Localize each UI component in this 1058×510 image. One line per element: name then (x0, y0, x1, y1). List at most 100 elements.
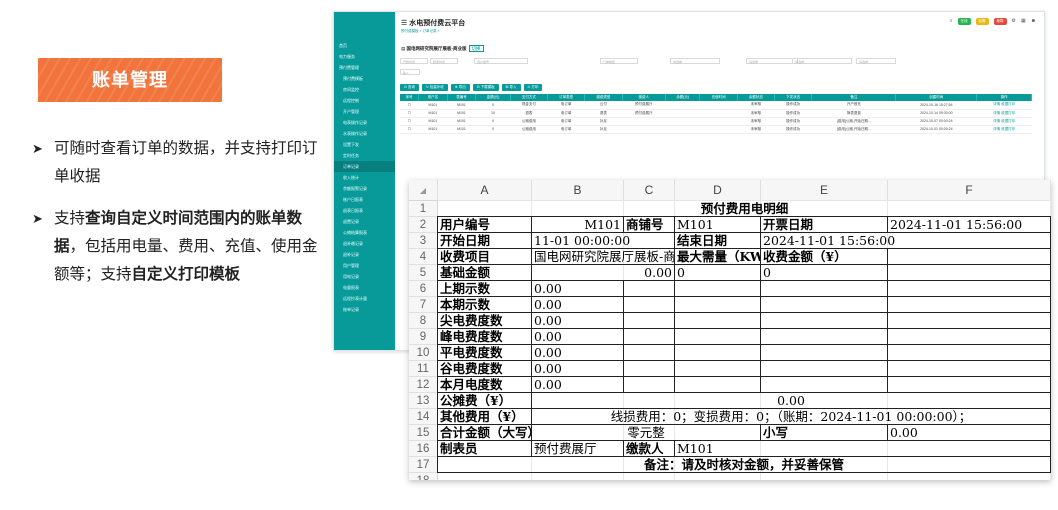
sheet-title[interactable]: 预付费用电明细 (438, 201, 1051, 217)
column-letter[interactable]: F (888, 180, 1051, 201)
sheet-note[interactable]: 备注：请及时核对金额，并妥善保管 (438, 457, 1051, 473)
row-number[interactable]: 18 (409, 473, 438, 480)
label-cell[interactable]: 本期示数 (438, 297, 532, 313)
sidebar-item[interactable]: 退补记录 (334, 249, 395, 260)
sheet-cell[interactable] (624, 377, 675, 393)
sidebar-item[interactable]: 用电记录 (334, 271, 395, 282)
sidebar-item[interactable]: 预付费管理 (334, 62, 395, 73)
sidebar-item[interactable]: 水表操作记录 (334, 128, 395, 139)
sheet-cell[interactable]: 0.00 (532, 361, 624, 377)
sidebar-item[interactable]: 开户管理 (334, 106, 395, 117)
row-number[interactable]: 11 (409, 361, 438, 377)
sheet-cell[interactable]: M101 (675, 217, 761, 233)
filter-field[interactable]: 开始时间 (400, 58, 428, 64)
label-cell[interactable]: 平电费度数 (438, 345, 532, 361)
sheet-cell[interactable] (675, 345, 761, 361)
sheet-cell[interactable] (888, 377, 1051, 393)
table-row[interactable]: ☐ M101 M101 10 退表 电订单 退表 预付费展厅 未审核 操作成功 换表退费 2024-1… (400, 109, 1032, 118)
sheet-cell[interactable] (624, 297, 675, 313)
row-number[interactable]: 3 (409, 233, 438, 249)
row-number[interactable]: 10 (409, 345, 438, 361)
row-number[interactable]: 8 (409, 313, 438, 329)
filter-field[interactable]: 输入 (400, 69, 420, 75)
sidebar-item[interactable]: 远程控制 (334, 95, 395, 106)
sheet-cell[interactable] (761, 377, 888, 393)
row-number[interactable]: 13 (409, 393, 438, 409)
label-cell[interactable]: 最大需量（KW） (675, 249, 761, 265)
sheet-cell[interactable]: 线损费用：0；变损费用：0；（账期：2024-11-01 00:00:00）； (532, 409, 1051, 425)
row-checkbox[interactable]: ☐ (400, 125, 419, 134)
label-cell[interactable]: 开票日期 (761, 217, 888, 233)
row-number[interactable]: 14 (409, 409, 438, 425)
toolbar-button[interactable]: ⊙ 打印 (523, 84, 543, 91)
row-number[interactable]: 12 (409, 377, 438, 393)
sidebar-item[interactable]: 账户日报表 (334, 194, 395, 205)
sheet-cell[interactable] (675, 297, 761, 313)
row-number[interactable]: 7 (409, 297, 438, 313)
sheet-cell[interactable] (761, 297, 888, 313)
sheet-cell[interactable]: 0.00 (532, 265, 675, 281)
row-number[interactable]: 4 (409, 249, 438, 265)
status-pill-green[interactable]: 在线 (957, 18, 971, 25)
row-number[interactable]: 9 (409, 329, 438, 345)
sheet-cell[interactable] (624, 329, 675, 345)
sheet-cell[interactable]: 0.00 (532, 345, 624, 361)
row-actions[interactable]: 详情 收据打印 (976, 117, 1032, 126)
sheet-cell[interactable] (888, 329, 1051, 345)
label-cell[interactable]: 商铺号 (624, 217, 675, 233)
sheet-cell[interactable] (888, 281, 1051, 297)
sheet-cell[interactable] (761, 313, 888, 329)
sheet-cell[interactable] (888, 297, 1051, 313)
sheet-cell[interactable] (888, 265, 1051, 281)
sheet-cell[interactable]: 0.00 (532, 377, 624, 393)
filter-field[interactable]: 请选择 (670, 58, 720, 64)
status-pill-yellow[interactable]: 告警 (975, 18, 989, 25)
sheet-cell[interactable]: 零元整 (532, 425, 761, 441)
column-letter[interactable]: C (624, 180, 675, 201)
search-icon[interactable]: ⌕ (950, 18, 953, 25)
sheet-cell[interactable]: M101 (532, 217, 624, 233)
sheet-cell[interactable] (624, 313, 675, 329)
tab-strip[interactable]: 预付费模板 × 订单记录 × (401, 29, 440, 34)
label-cell[interactable]: 制表员 (438, 441, 532, 457)
row-checkbox[interactable]: ☐ (400, 117, 419, 126)
column-letter[interactable]: A (438, 180, 532, 201)
toolbar-button[interactable]: ⊡ 查询 (400, 84, 419, 91)
row-checkbox[interactable]: ☐ (400, 109, 419, 118)
sidebar-item[interactable]: 预付费模板 (334, 73, 395, 84)
sidebar-item[interactable]: 首页 (334, 40, 395, 51)
sheet-cell[interactable]: 0.00 (532, 393, 1051, 409)
column-letter[interactable]: D (675, 180, 761, 201)
label-cell[interactable]: 本月电度数 (438, 377, 532, 393)
menu-icon[interactable]: ☰ (401, 20, 409, 27)
sheet-cell[interactable] (675, 329, 761, 345)
sheet-cell[interactable]: 0 (675, 265, 761, 281)
label-cell[interactable]: 收费项目 (438, 249, 532, 265)
sheet-cell[interactable]: 0.00 (532, 281, 624, 297)
label-cell[interactable]: 用户编号 (438, 217, 532, 233)
sheet-cell[interactable]: 2024-11-01 15:56:00 (888, 217, 1051, 233)
settings-icon[interactable]: ⚙ (1012, 18, 1016, 25)
sheet-cell[interactable] (761, 361, 888, 377)
label-cell[interactable]: 基础金额 (438, 265, 532, 281)
toolbar-button[interactable]: ⊟ 下载模板 (472, 84, 499, 91)
table-row[interactable]: ☐ M101 M101 0 公摊费用 电订单 补足 未审核 操作成功 [费用]公摊,开始日期...… (400, 117, 1032, 126)
sheet-cell[interactable]: 0.00 (532, 297, 624, 313)
status-pill-red[interactable]: 故障 (993, 18, 1007, 25)
row-number[interactable]: 5 (409, 265, 438, 281)
row-actions[interactable]: 详情 收据打印 (976, 101, 1032, 110)
sheet-cell[interactable] (675, 313, 761, 329)
grid-icon[interactable]: ▦ (1021, 18, 1026, 25)
row-actions[interactable]: 详情 收据打印 (976, 125, 1032, 134)
sidebar-item[interactable]: 账单记录 (334, 304, 395, 315)
filter-field[interactable]: 订单类型 (600, 58, 638, 64)
row-checkbox[interactable]: ☐ (400, 101, 419, 110)
label-cell[interactable]: 收费金额（¥） (761, 249, 888, 265)
sidebar-item[interactable]: 电表操作记录 (334, 117, 395, 128)
sheet-cell[interactable]: 0.00 (532, 313, 624, 329)
label-cell[interactable]: 上期示数 (438, 281, 532, 297)
sheet-cell[interactable] (624, 281, 675, 297)
select-all-corner[interactable]: ◢ (409, 180, 438, 201)
sheet-cell[interactable]: 11-01 00:00:00 (532, 233, 675, 249)
sidebar-item[interactable]: 电力服务 (334, 51, 395, 62)
